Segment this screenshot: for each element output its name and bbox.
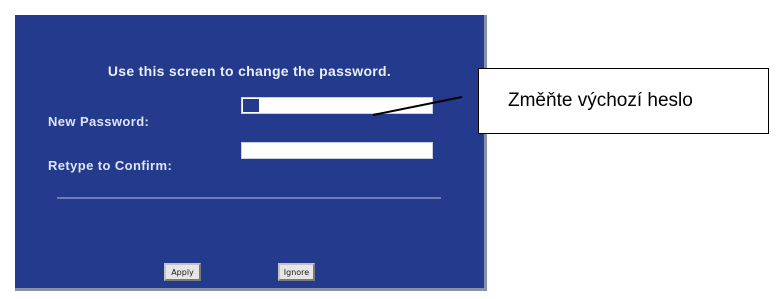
callout-text: Změňte výchozí heslo — [508, 90, 693, 111]
callout-leader-line — [372, 96, 463, 116]
screenshot-stage: Use this screen to change the password. … — [0, 0, 783, 299]
callout-box: Změňte výchozí heslo — [478, 68, 769, 134]
